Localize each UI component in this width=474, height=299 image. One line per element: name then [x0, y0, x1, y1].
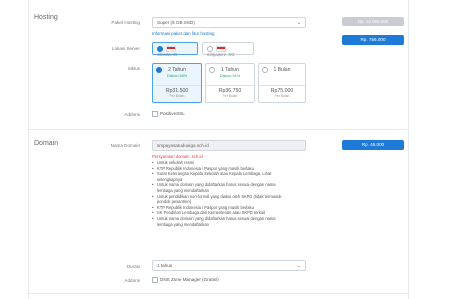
durasi-label: Durasi [126, 264, 140, 269]
domain-price: Rp. 45.000 [342, 140, 404, 150]
hosting-addons-label: Addons [124, 112, 140, 117]
term-card-1-bulan[interactable]: 1 Bulan Rp75.000 Per Bulan [258, 63, 306, 103]
radio-selected-icon [156, 67, 162, 73]
radio-icon [262, 67, 268, 73]
positivessl-checkbox[interactable]: PositiveSSL [152, 111, 185, 117]
paket-hosting-label: Paket Hosting [111, 20, 140, 25]
hosting-section-title: Hosting [34, 14, 58, 21]
hosting-price-new: Rp. 756.000 [342, 35, 404, 45]
term-per: Per Bulan [169, 94, 185, 98]
positivessl-label: PositiveSSL [160, 111, 185, 117]
checkbox-icon [152, 111, 158, 117]
term-discount: Diskon 58% [166, 74, 188, 78]
domain-section-title: Domain [34, 140, 59, 147]
paket-hosting-select[interactable]: Super (5 GB SSD) ⌄ [152, 17, 306, 28]
term-title: 1 Bulan [273, 67, 291, 73]
term-per: Per Bulan [222, 94, 238, 98]
list-item: lembaga yang mendaftarkan [157, 221, 209, 227]
location-singapore-label: Singapore, SG [207, 52, 235, 57]
location-singapore[interactable]: Singapore, SG [202, 42, 254, 57]
nama-domain-label: Nama Domain [110, 143, 140, 148]
term-per: Per Bulan [274, 94, 290, 98]
lokasi-server-label: Lokasi Server [111, 46, 140, 51]
term-card-1-tahun[interactable]: 1 Tahun Diskon 51% Rp36.750 Per Bulan [205, 63, 255, 103]
domain-name-value: smpayasatuduaiga.sch.id [157, 143, 209, 148]
paket-info-link[interactable]: Informasi paket dan fitur hosting [152, 31, 214, 36]
durasi-select[interactable]: 1 tahun ⌄ [152, 260, 306, 271]
location-jakarta-label: Jakarta, ID [157, 52, 178, 57]
term-title: 1 Tahun [221, 67, 239, 73]
checkbox-icon [152, 277, 158, 283]
domain-requirement-title: Persyaratan domain .sch.id [152, 154, 203, 159]
section-divider [28, 129, 408, 130]
left-border [28, 0, 29, 299]
term-discount: Diskon 51% [219, 74, 241, 78]
term-card-2-tahun[interactable]: 2 Tahun Diskon 58% Rp31.500 Per Bulan [152, 63, 202, 103]
chevron-down-icon: ⌄ [296, 263, 301, 269]
radio-icon [209, 67, 215, 73]
domain-name-input[interactable]: smpayasatuduaiga.sch.id [152, 140, 306, 151]
location-jakarta[interactable]: Jakarta, ID [152, 42, 198, 57]
term-title: 2 Tahun [168, 67, 186, 73]
siklus-label: Siklus [127, 66, 140, 71]
paket-hosting-value: Super (5 GB SSD) [157, 20, 195, 25]
bottom-divider [28, 293, 408, 294]
chevron-down-icon: ⌄ [296, 20, 301, 26]
domain-addons-label: Addons [124, 278, 140, 283]
hosting-price-old: Rp. 10.000.000 [342, 17, 404, 26]
dns-zone-checkbox[interactable]: DNS Zone Manager (Gratis!) [152, 277, 219, 283]
domain-requirements-list: Untuk sekolah resmi KTP Republik Indones… [152, 160, 312, 227]
durasi-value: 1 tahun [157, 263, 173, 268]
right-border [408, 0, 409, 299]
dns-zone-label: DNS Zone Manager (Gratis!) [160, 277, 219, 283]
